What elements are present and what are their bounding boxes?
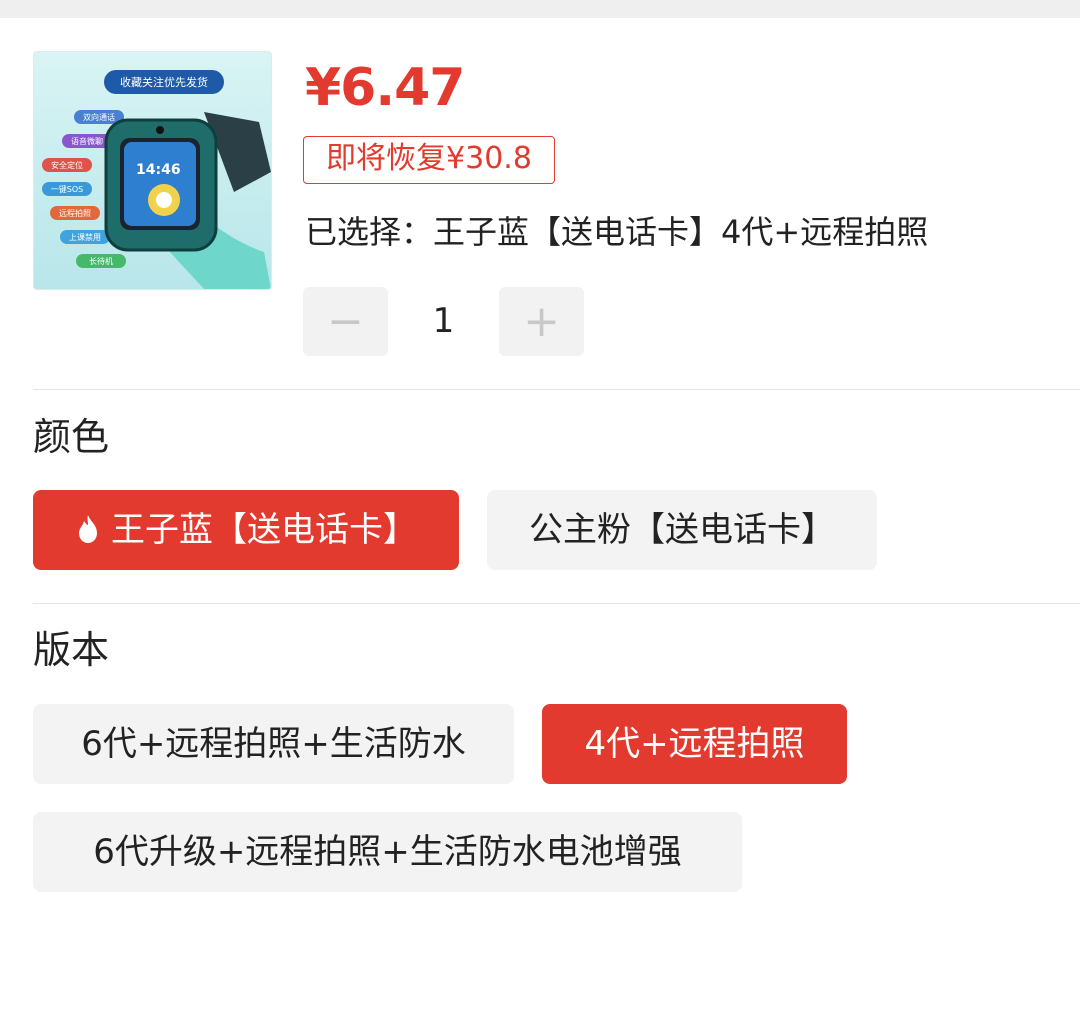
color-option-label: 公主粉【送电话卡】 (529, 510, 835, 550)
top-bar (0, 0, 1080, 18)
color-option-princess-pink[interactable]: 公主粉【送电话卡】 (487, 490, 877, 570)
feature-label: 远程拍照 (59, 208, 91, 218)
color-option-label: 王子蓝【送电话卡】 (111, 510, 417, 550)
feature-label: 长待机 (89, 256, 113, 266)
divider (33, 603, 1080, 604)
version-option-4th-gen[interactable]: 4代+远程拍照 (542, 704, 847, 784)
product-price: ¥6.47 (305, 58, 465, 118)
feature-label: 一键SOS (51, 184, 83, 194)
selected-value: 王子蓝【送电话卡】4代+远程拍照 (433, 213, 929, 251)
increase-quantity-button[interactable]: + (499, 287, 584, 356)
decrease-quantity-button[interactable]: − (303, 287, 388, 356)
version-option-6th-gen-upgrade[interactable]: 6代升级+远程拍照+生活防水电池增强 (33, 812, 742, 892)
color-section-title: 颜色 (33, 415, 110, 459)
watch-time: 14:46 (136, 162, 181, 178)
feature-label: 安全定位 (51, 160, 83, 170)
version-option-label: 6代升级+远程拍照+生活防水电池增强 (93, 832, 682, 872)
version-option-6th-gen-waterproof[interactable]: 6代+远程拍照+生活防水 (33, 704, 514, 784)
quantity-value[interactable]: 1 (388, 287, 499, 356)
image-banner-text: 收藏关注优先发货 (120, 75, 208, 89)
version-section-title: 版本 (33, 628, 110, 672)
feature-label: 语音微聊 (71, 136, 103, 146)
smartwatch-image: 收藏关注优先发货 双向通话 语音微聊 安全定位 一键SOS 远程拍照 上课禁用 … (34, 52, 271, 289)
feature-label: 上课禁用 (69, 233, 101, 242)
feature-label: 双向通话 (83, 112, 115, 122)
selected-prefix: 已选择： (305, 213, 434, 251)
version-option-label: 4代+远程拍照 (584, 724, 805, 764)
divider (33, 389, 1080, 390)
price-restore-badge: 即将恢复¥30.8 (303, 136, 555, 184)
fire-icon (79, 514, 97, 543)
minus-icon: − (327, 295, 364, 347)
selected-summary: 已选择：王子蓝【送电话卡】4代+远程拍照 (305, 210, 928, 254)
product-image[interactable]: 收藏关注优先发货 双向通话 语音微聊 安全定位 一键SOS 远程拍照 上课禁用 … (33, 51, 272, 290)
version-option-label: 6代+远程拍照+生活防水 (81, 724, 466, 764)
plus-icon: + (523, 295, 560, 347)
color-option-prince-blue[interactable]: 王子蓝【送电话卡】 (33, 490, 459, 570)
